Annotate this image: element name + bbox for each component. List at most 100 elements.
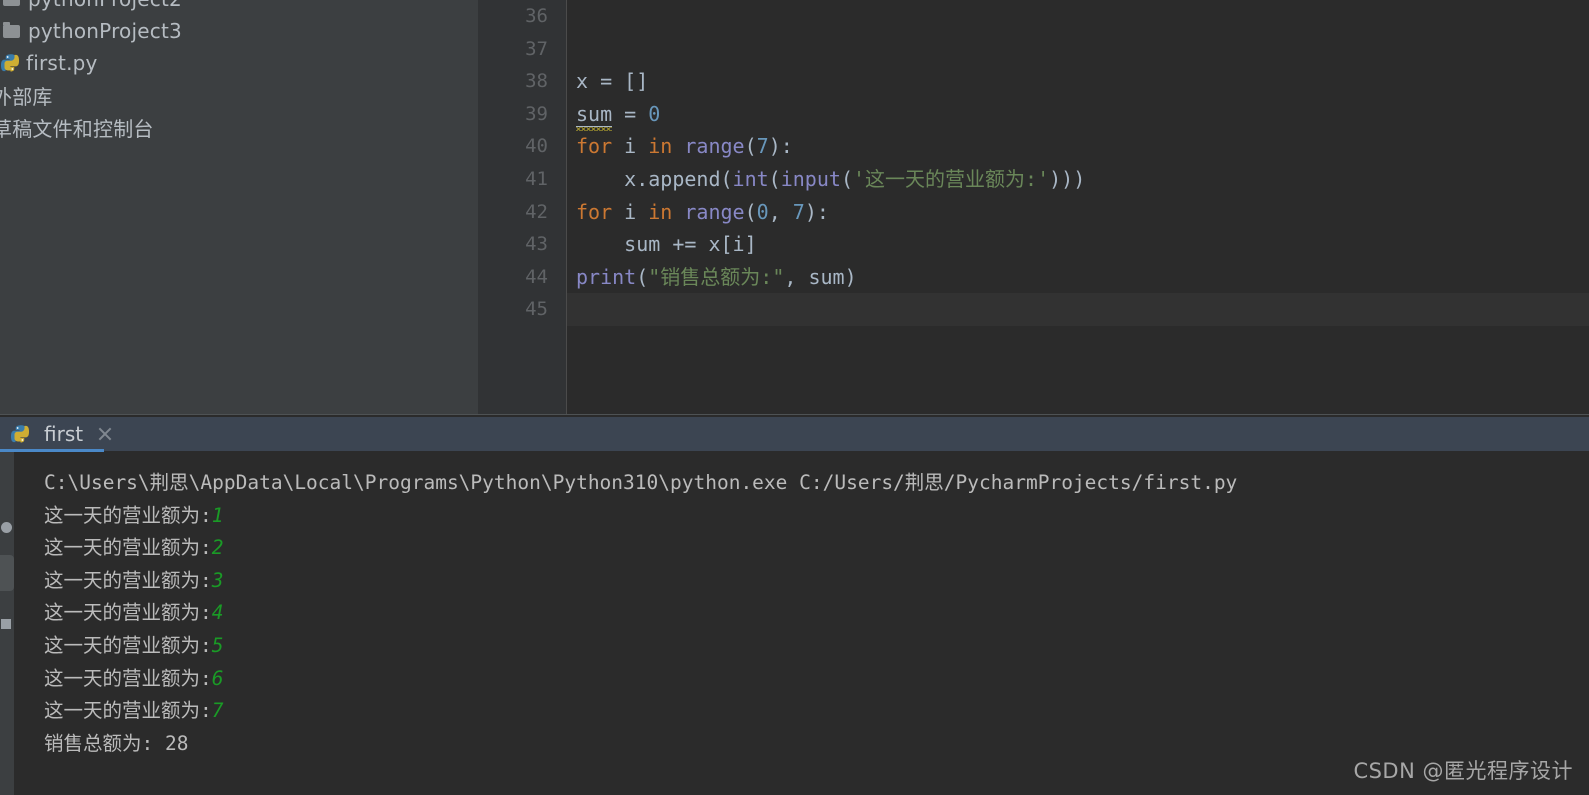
code-line[interactable]: x = [] [567,65,1589,98]
console-line: 这一天的营业额为:3 [32,565,1589,598]
console-user-input: 6 [211,666,224,690]
console-prompt: 这一天的营业额为: [44,568,212,592]
code-line[interactable] [567,293,1589,326]
console-prompt-lines: 这一天的营业额为:1 这一天的营业额为:2 这一天的营业额为:3 这一天的营业额为:4… [32,500,1589,728]
watermark: CSDN @匿光程序设计 [1353,759,1573,783]
tree-item-0[interactable]: pythonProject2 [0,0,478,15]
console-line: 这一天的营业额为:1 [32,500,1589,533]
code-token: for [576,199,613,224]
code-line[interactable]: for i in range(0, 7): [567,196,1589,229]
code-token: i [612,134,649,159]
code-token: ( [744,134,757,159]
console-prompt: 这一天的营业额为: [44,503,212,527]
console-user-input: 4 [211,601,224,625]
code-token: ))) [1049,166,1086,191]
python-file-icon [0,53,20,73]
code-token: range [684,199,745,224]
editor-filler [567,326,1589,414]
code-token: print [576,264,637,289]
console-prompt: 这一天的营业额为: [44,601,212,625]
code-token: 0 [648,101,661,126]
console-user-input: 2 [211,536,224,560]
console-user-input: 3 [211,568,224,592]
tree-item-1[interactable]: pythonProject3 [0,15,478,47]
console-line: 这一天的营业额为:2 [32,532,1589,565]
line-number: 42 [525,200,548,223]
code-token: input [780,166,841,191]
code-line[interactable]: x.append(int(input('这一天的营业额为:'))) [567,163,1589,196]
run-tab-first[interactable]: first [0,417,128,451]
code-token: "销售总额为:" [648,264,785,289]
line-number: 37 [525,37,548,60]
python-file-icon [10,424,30,444]
run-tool-window: first C:\Users\荆思\AppData\Local\Programs… [0,417,1589,795]
tree-item-label: pythonProject3 [28,19,182,43]
console-line: 这一天的营业额为:7 [32,695,1589,728]
code-token: i [612,199,649,224]
line-number: 39 [525,102,548,125]
tree-item-label: pythonProject2 [28,0,182,11]
code-token: , [768,199,793,224]
print-button[interactable] [0,613,12,635]
ide-upper-area: pythonProject2 pythonProject3 first.py 外部库草… [0,0,1589,414]
close-icon[interactable] [97,426,113,442]
console-line: 这一天的营业额为:6 [32,663,1589,696]
code-editor[interactable]: 36 37 38 39 40 41 42 43 44 45 x = [] sum = 0 for i … [478,0,1589,414]
folder-icon [0,0,22,15]
project-tool-window[interactable]: pythonProject2 pythonProject3 first.py 外部库草… [0,0,478,414]
tree-item-3[interactable]: 外部库 [0,79,478,111]
code-line[interactable]: for i in range(7): [567,130,1589,163]
code-token: ( [840,166,853,191]
code-token: range [684,134,745,159]
console-user-input: 5 [211,633,224,657]
code-token: sum += x[i] [576,232,757,257]
console-line: 这一天的营业额为:4 [32,597,1589,630]
code-token: = [612,101,649,126]
line-number: 44 [525,265,548,288]
code-token: x.append( [576,166,733,191]
editor-gutter[interactable]: 36 37 38 39 40 41 42 43 44 45 [478,0,567,414]
code-line[interactable]: sum += x[i] [567,228,1589,261]
code-line[interactable]: sum = 0 [567,98,1589,131]
stop-button[interactable] [0,555,14,591]
console-line: 这一天的营业额为:5 [32,630,1589,663]
code-token: in [648,199,673,224]
console-command-line: C:\Users\荆思\AppData\Local\Programs\Pytho… [44,471,1238,494]
run-tab-label: first [44,422,84,446]
project-tree[interactable]: pythonProject2 pythonProject3 first.py 外部库草… [0,0,478,143]
code-token: sum [576,101,613,127]
folder-icon [0,15,22,47]
tree-item-label: 草稿文件和控制台 [0,116,154,141]
run-toolbar-strip[interactable] [0,417,14,795]
console-prompt: 这一天的营业额为: [44,699,212,723]
code-token: 7 [756,134,769,159]
code-token: 0 [756,199,769,224]
code-token: , sum) [784,264,857,289]
console-output-area[interactable]: C:\Users\荆思\AppData\Local\Programs\Pytho… [14,453,1589,795]
code-token: 7 [792,199,805,224]
line-number: 36 [525,5,548,27]
rerun-button[interactable] [0,517,12,539]
code-token: ( [636,264,649,289]
console-user-input: 1 [211,503,224,527]
code-text-area[interactable]: x = [] sum = 0 for i in range(7): x.append… [567,0,1589,414]
console-prompt: 这一天的营业额为: [44,666,212,690]
tree-item-label: 外部库 [0,84,53,109]
line-number: 38 [525,70,548,93]
line-number: 45 [525,298,548,321]
line-number: 41 [525,167,548,190]
code-line[interactable] [567,33,1589,66]
run-tab-bar: first [0,417,1589,452]
code-token: in [648,134,673,159]
code-line[interactable]: print("销售总额为:", sum) [567,261,1589,294]
active-tab-indicator [0,449,104,452]
code-token: for [576,134,613,159]
code-token: int [732,166,769,191]
code-line[interactable] [567,0,1589,33]
line-number: 40 [525,135,548,158]
tree-item-4[interactable]: 草稿文件和控制台 [0,111,478,143]
tree-item-2[interactable]: first.py [0,47,478,79]
code-token: ): [804,199,829,224]
